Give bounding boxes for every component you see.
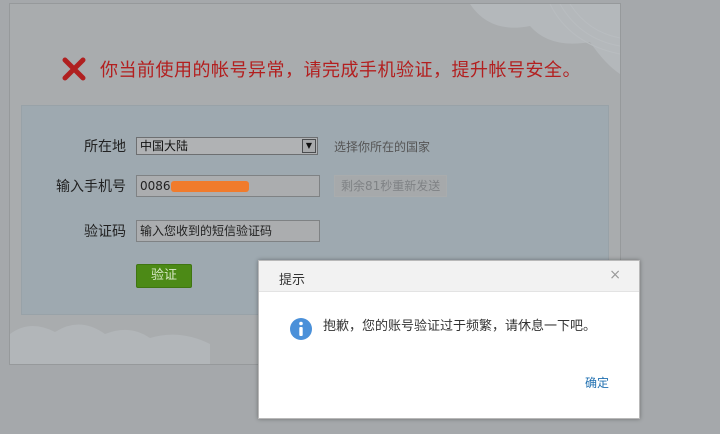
location-label: 所在地: [84, 139, 126, 155]
dialog-close-icon[interactable]: ×: [609, 267, 621, 283]
info-icon: [290, 318, 312, 340]
dialog-header: 提示 ×: [259, 261, 639, 292]
redacted-phone-number: [171, 181, 249, 192]
location-select[interactable]: 中国大陆 ▼: [136, 137, 318, 155]
dialog-message: 抱歉，您的账号验证过于频繁，请休息一下吧。: [323, 319, 597, 334]
location-hint: 选择你所在的国家: [334, 139, 431, 154]
dialog-body: 抱歉，您的账号验证过于频繁，请休息一下吧。: [289, 317, 601, 341]
code-input[interactable]: 输入您收到的短信验证码: [136, 220, 320, 242]
verify-button[interactable]: 验证: [136, 264, 192, 288]
warning-message: 你当前使用的帐号异常，请完成手机验证，提升帐号安全。: [100, 60, 581, 81]
phone-prefix: 0086: [140, 179, 171, 193]
dialog-ok-button[interactable]: 确定: [585, 374, 609, 391]
dialog-title: 提示: [279, 273, 306, 288]
alert-dialog: 提示 × 抱歉，您的账号验证过于频繁，请休息一下吧。 确定: [258, 260, 640, 419]
dropdown-arrow-icon[interactable]: ▼: [302, 139, 316, 153]
close-x-icon: [62, 57, 86, 81]
phone-label: 输入手机号: [56, 179, 126, 195]
resend-code-button[interactable]: 剩余81秒重新发送: [334, 175, 448, 197]
phone-input[interactable]: 0086: [136, 175, 320, 197]
location-value: 中国大陆: [140, 139, 189, 153]
code-label: 验证码: [84, 224, 126, 240]
warning-banner: 你当前使用的帐号异常，请完成手机验证，提升帐号安全。: [62, 56, 581, 82]
